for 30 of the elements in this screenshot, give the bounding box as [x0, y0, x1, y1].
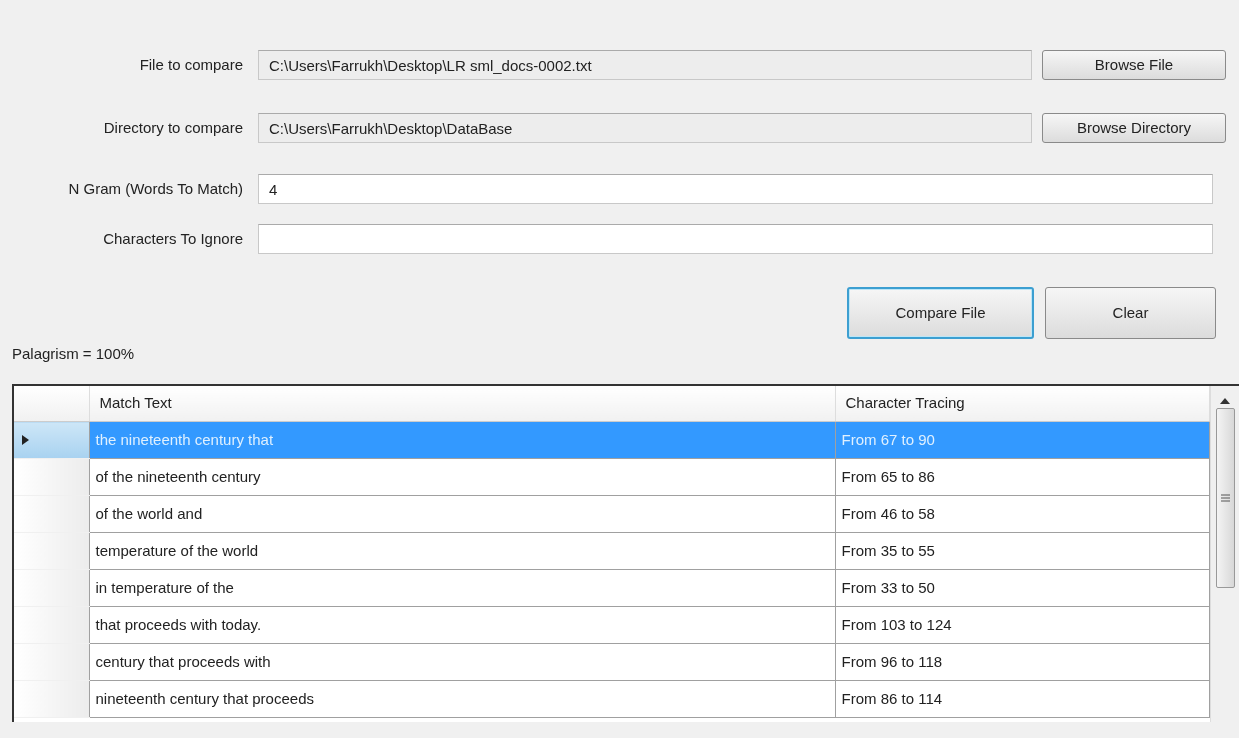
table-cell: of the nineteenth century — [89, 458, 835, 496]
input-field[interactable]: C:\Users\Farrukh\Desktop\LR sml_docs-0002.txt — [258, 50, 1032, 80]
field-label: N Gram (Words To Match) — [67, 178, 244, 199]
table-cell: century that proceeds with — [89, 643, 835, 681]
table-cell: From 65 to 86 — [835, 458, 1210, 496]
table-cell: From 35 to 55 — [835, 532, 1210, 570]
browse-button[interactable]: Browse File — [1042, 50, 1226, 80]
action-button[interactable]: Clear — [1045, 287, 1216, 339]
table-cell: From 33 to 50 — [835, 569, 1210, 607]
table-cell: From 86 to 114 — [835, 680, 1210, 718]
input-field[interactable]: 4 — [258, 174, 1213, 204]
table-cell: temperature of the world — [89, 532, 835, 570]
column-header[interactable]: Match Text — [89, 385, 835, 422]
column-header[interactable]: Character Tracing — [835, 385, 1210, 422]
table-cell: From 46 to 58 — [835, 495, 1210, 533]
field-label: Characters To Ignore — [102, 228, 244, 249]
browse-button[interactable]: Browse Directory — [1042, 113, 1226, 143]
table-cell: in temperature of the — [89, 569, 835, 607]
table-cell: the nineteenth century that — [89, 421, 835, 459]
table-cell: From 96 to 118 — [835, 643, 1210, 681]
input-field[interactable]: C:\Users\Farrukh\Desktop\DataBase — [258, 113, 1032, 143]
table-cell: that proceeds with today. — [89, 606, 835, 644]
table-cell: From 67 to 90 — [835, 421, 1210, 459]
table-cell: From 103 to 124 — [835, 606, 1210, 644]
table-cell: nineteenth century that proceeds — [89, 680, 835, 718]
field-label: Directory to compare — [102, 117, 244, 138]
field-label: File to compare — [138, 54, 244, 75]
table-cell: of the world and — [89, 495, 835, 533]
action-button[interactable]: Compare File — [847, 287, 1034, 339]
result-label: Palagrism = 100% — [12, 344, 136, 364]
